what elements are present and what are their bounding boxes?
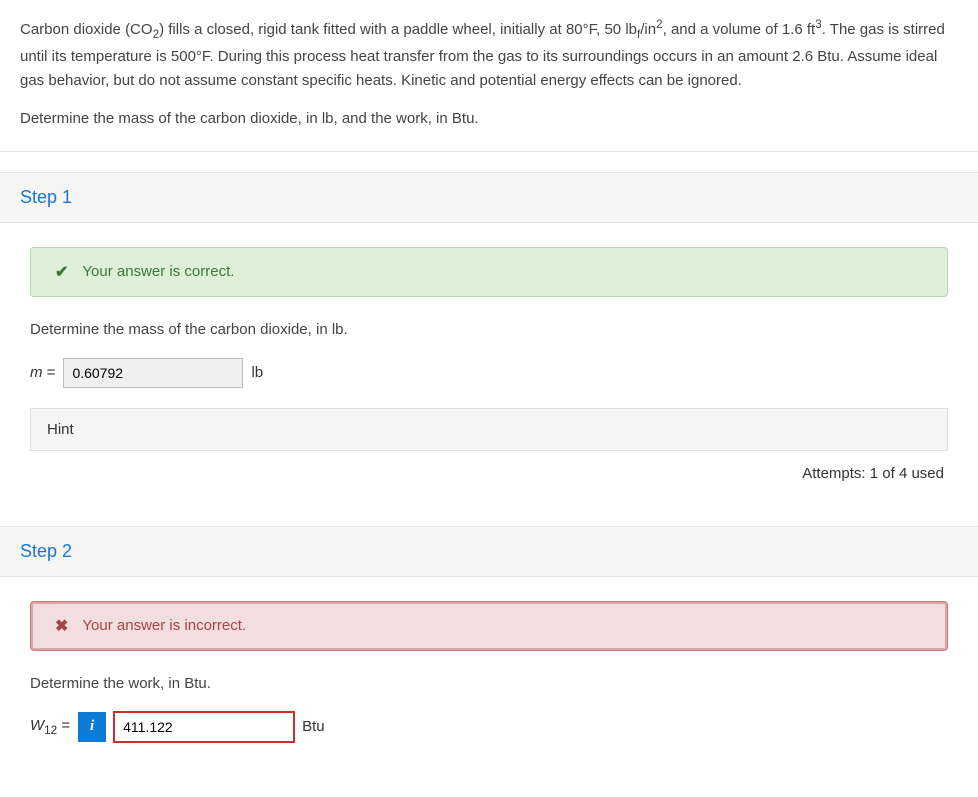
var-w: W — [30, 717, 44, 734]
step-2-prompt: Determine the work, in Btu. — [30, 675, 948, 692]
step-2-answer-row: W12 = i Btu — [30, 712, 948, 742]
step-2-header: Step 2 — [0, 526, 978, 577]
variable-label-m: m = — [30, 364, 55, 381]
problem-paragraph-1: Carbon dioxide (CO2) fills a closed, rig… — [20, 16, 958, 93]
step-1-answer-row: m = lb — [30, 358, 948, 388]
equals-sign: = — [57, 717, 70, 734]
step-1-prompt: Determine the mass of the carbon dioxide… — [30, 321, 948, 338]
text-fragment: /in — [640, 21, 656, 38]
step-2-body: ✖ Your answer is incorrect. Determine th… — [0, 577, 978, 786]
problem-paragraph-2: Determine the mass of the carbon dioxide… — [20, 107, 958, 131]
hint-button[interactable]: Hint — [30, 408, 948, 451]
hint-label: Hint — [47, 421, 74, 438]
feedback-correct-box: ✔ Your answer is correct. — [30, 247, 948, 297]
step-1-section: Step 1 ✔ Your answer is correct. Determi… — [0, 172, 978, 506]
equals-sign: = — [43, 364, 56, 381]
attempts-counter: Attempts: 1 of 4 used — [30, 465, 948, 482]
text-fragment: , and a volume of 1.6 ft — [663, 21, 816, 38]
text-fragment: Carbon dioxide (CO — [20, 21, 153, 38]
work-input[interactable] — [114, 712, 294, 742]
variable-label-w12: W12 = — [30, 717, 70, 737]
feedback-text: Your answer is correct. — [82, 263, 234, 280]
feedback-incorrect-box: ✖ Your answer is incorrect. — [30, 601, 948, 651]
feedback-text: Your answer is incorrect. — [82, 617, 246, 634]
text-fragment: ) fills a closed, rigid tank fitted with… — [159, 21, 637, 38]
unit-lb: lb — [251, 364, 263, 381]
x-icon: ✖ — [55, 616, 68, 636]
check-icon: ✔ — [55, 262, 68, 282]
step-1-body: ✔ Your answer is correct. Determine the … — [0, 223, 978, 506]
var-m: m — [30, 364, 43, 381]
problem-statement: Carbon dioxide (CO2) fills a closed, rig… — [0, 0, 978, 152]
step-1-header: Step 1 — [0, 172, 978, 223]
unit-btu: Btu — [302, 718, 325, 735]
mass-input[interactable] — [63, 358, 243, 388]
info-button[interactable]: i — [78, 712, 106, 742]
subscript-12: 12 — [44, 724, 57, 737]
step-2-section: Step 2 ✖ Your answer is incorrect. Deter… — [0, 526, 978, 786]
